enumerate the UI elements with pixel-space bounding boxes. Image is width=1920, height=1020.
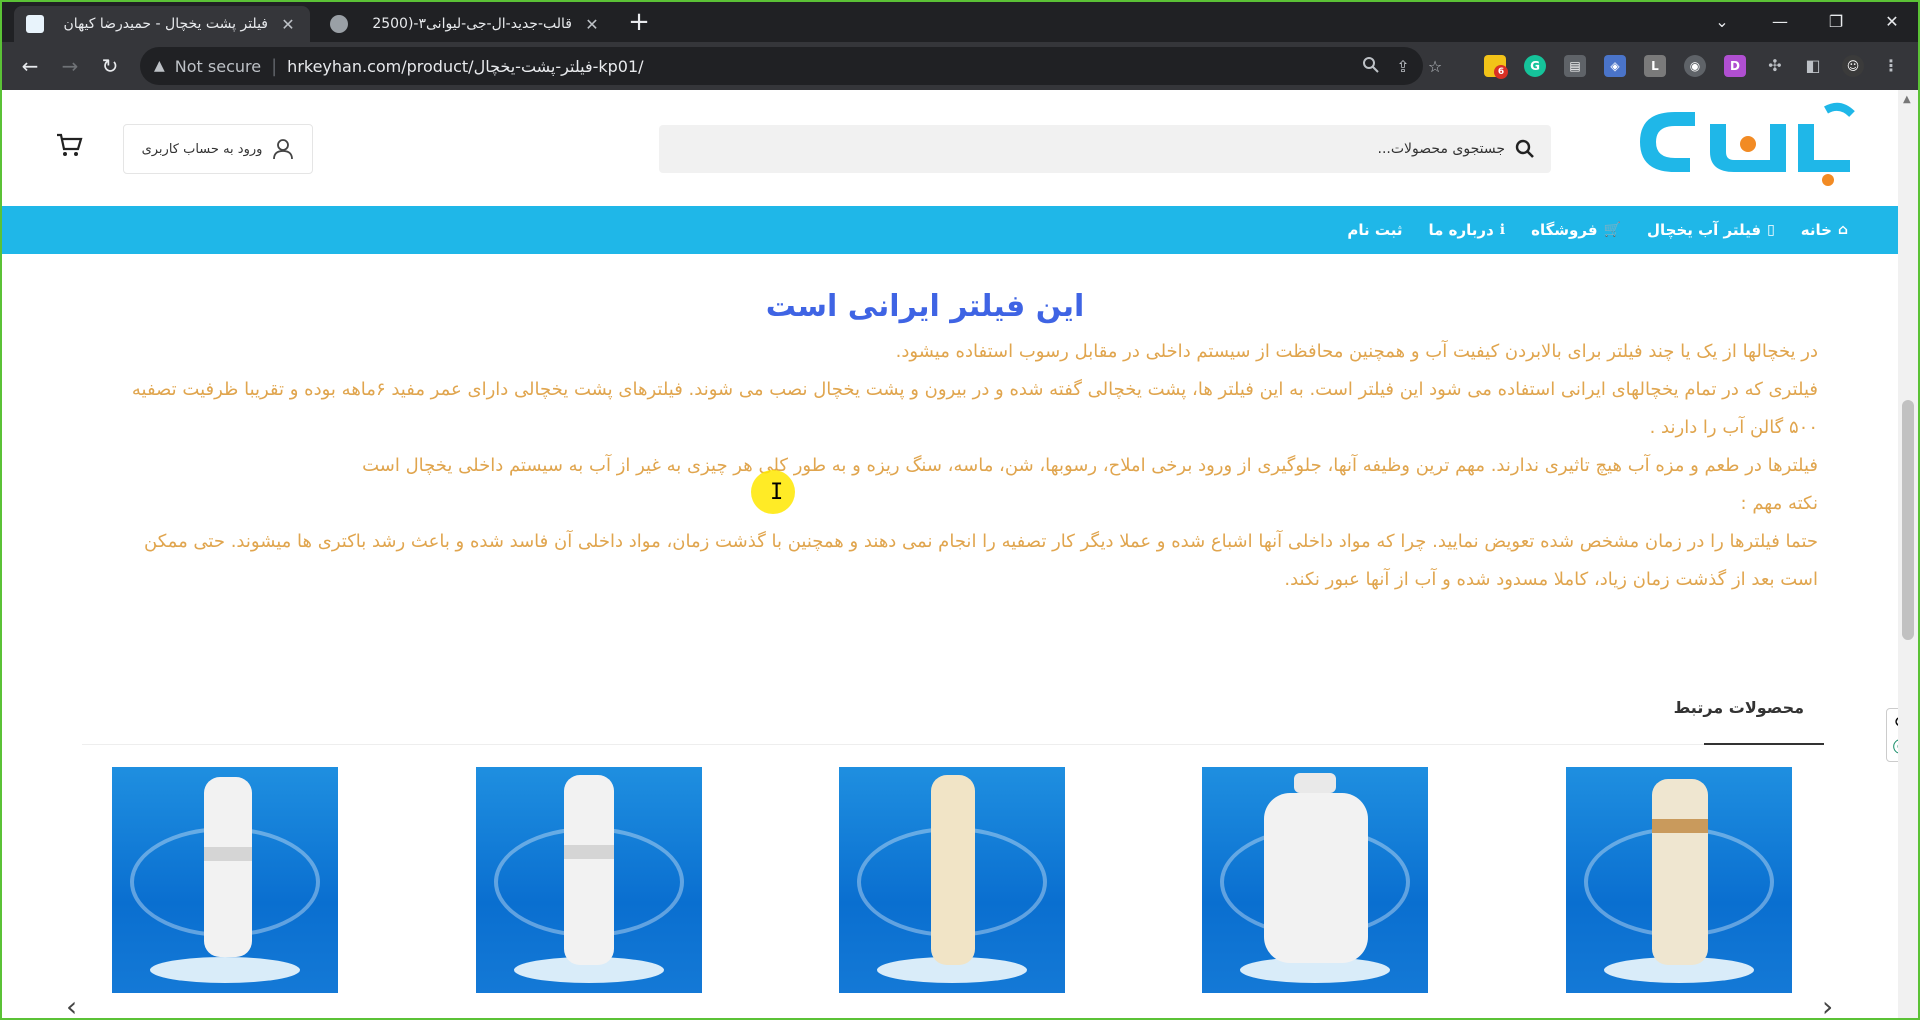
divider — [82, 744, 1824, 745]
warning-icon[interactable]: ▲ — [154, 58, 165, 74]
security-label[interactable]: Not secure — [175, 57, 261, 76]
tab-title: فیلتر پشت یخچال - حمیدرضا کیهان — [63, 16, 268, 32]
extension-shield-icon[interactable]: ◈ — [1604, 55, 1626, 77]
filter-cartridge — [564, 775, 614, 965]
filter-cartridge — [204, 777, 252, 957]
tab-inactive[interactable]: قالب-جدید-ال-جی-لیوانی۳-(2500 ✕ — [318, 6, 614, 42]
reload-button[interactable]: ↻ — [96, 52, 124, 80]
nav-item-label: فروشگاه — [1531, 221, 1598, 239]
back-button[interactable]: ← — [16, 52, 44, 80]
url-text[interactable]: hrkeyhan.com/product/فیلتر-پشت-یخچال-kp0… — [287, 57, 643, 76]
nav-item-fridge-filter[interactable]: ▯ فیلتر آب یخچال — [1647, 221, 1775, 239]
extension-badge: 6 — [1494, 65, 1508, 79]
extension-github-icon[interactable]: ◉ — [1684, 55, 1706, 77]
side-panel-icon[interactable]: ◧ — [1802, 55, 1824, 77]
address-bar[interactable]: ▲ Not secure | hrkeyhan.com/product/فیلت… — [140, 47, 1442, 85]
extension-lightbulb-icon[interactable]: 6 — [1484, 55, 1508, 79]
nav-item-shop[interactable]: 🛒 فروشگاه — [1531, 221, 1621, 239]
filter-cartridge — [931, 775, 975, 965]
filter-cartridge — [1264, 793, 1368, 963]
home-icon: ⌂ — [1837, 222, 1848, 238]
title-underline — [1704, 743, 1824, 745]
login-label: ورود به حساب کاربری — [141, 141, 263, 157]
related-product-image[interactable] — [112, 767, 338, 993]
filter-cartridge — [1652, 779, 1708, 965]
extension-printer-icon[interactable]: ▤ — [1564, 55, 1586, 77]
globe-icon — [330, 15, 348, 33]
zoom-icon[interactable] — [1360, 56, 1382, 78]
site-logo[interactable] — [1630, 102, 1860, 187]
page-scrollbar[interactable]: ▲ — [1898, 90, 1918, 1018]
main-nav: ⌂ خانه ▯ فیلتر آب یخچال 🛒 فروشگاه ℹ دربا… — [2, 206, 1900, 254]
menu-kebab-icon[interactable]: ⋮ — [1880, 55, 1902, 77]
search-input[interactable] — [1205, 141, 1505, 157]
description-paragraph: فیلتری که در تمام یخچالهای ایرانی استفاد… — [131, 379, 1818, 438]
close-window-button[interactable]: ✕ — [1864, 2, 1918, 42]
close-tab-icon[interactable]: ✕ — [582, 15, 602, 34]
nav-item-label: فیلتر آب یخچال — [1646, 221, 1762, 239]
nav-item-about[interactable]: ℹ درباره ما — [1429, 221, 1506, 239]
carousel-prev-button[interactable]: ‹ — [66, 990, 77, 1018]
shopping-cart-icon[interactable] — [55, 131, 83, 159]
tab-title: قالب-جدید-ال-جی-لیوانی۳-(2500 — [372, 16, 572, 32]
cart-icon: 🛒 — [1603, 222, 1621, 238]
description-heading: این فیلتر ایرانی است — [765, 289, 1085, 324]
description-paragraph: فیلترها در طعم و مزه آب هیچ تاثیری ندارن… — [362, 455, 1818, 476]
profile-avatar[interactable]: ☺ — [1842, 55, 1864, 77]
browser-toolbar: ← → ↻ ▲ Not secure | hrkeyhan.com/produc… — [2, 42, 1918, 90]
related-product-image[interactable] — [839, 767, 1065, 993]
tab-search-button[interactable]: ⌄ — [1694, 2, 1750, 42]
scrollbar-thumb[interactable] — [1902, 400, 1914, 640]
close-tab-icon[interactable]: ✕ — [278, 15, 298, 34]
product-description: این فیلتر ایرانی است در یخچالها از یک یا… — [102, 254, 1818, 599]
nav-item-label: درباره ما — [1428, 221, 1494, 239]
nav-item-home[interactable]: ⌂ خانه — [1801, 221, 1848, 239]
important-note-label: نکته مهم : — [1740, 493, 1818, 514]
restore-button[interactable]: ❐ — [1808, 2, 1864, 42]
product-search-box[interactable] — [659, 125, 1551, 173]
tab-strip: فیلتر پشت یخچال - حمیدرضا کیهان ✕ قالب-ج… — [2, 2, 1918, 42]
tab-active[interactable]: فیلتر پشت یخچال - حمیدرضا کیهان ✕ — [14, 6, 310, 42]
nav-item-label: ثبت نام — [1347, 221, 1403, 239]
related-product-image[interactable] — [476, 767, 702, 993]
info-icon: ℹ — [1499, 222, 1506, 238]
divider: | — [271, 55, 278, 77]
browser-window: فیلتر پشت یخچال - حمیدرضا کیهان ✕ قالب-ج… — [0, 0, 1920, 1020]
new-tab-button[interactable]: + — [624, 8, 654, 38]
related-products-title: محصولات مرتبط — [1673, 698, 1804, 717]
extension-d-icon[interactable]: D — [1724, 55, 1746, 77]
carousel-next-button[interactable]: › — [1822, 990, 1833, 1018]
bookmark-star-icon[interactable]: ☆ — [1424, 56, 1446, 78]
search-icon[interactable] — [1515, 139, 1535, 159]
minimize-button[interactable]: — — [1752, 2, 1808, 42]
share-icon[interactable]: ⇪ — [1392, 56, 1414, 78]
user-icon — [273, 139, 294, 160]
display-plate — [150, 957, 300, 983]
nav-item-label: خانه — [1800, 221, 1832, 239]
scroll-up-icon[interactable]: ▲ — [1903, 94, 1911, 105]
related-product-image[interactable] — [1566, 767, 1792, 993]
extension-grammarly-icon[interactable]: G — [1524, 55, 1546, 77]
nav-item-register[interactable]: ثبت نام — [1347, 221, 1402, 239]
description-paragraph: در یخچالها از یک یا چند فیلتر برای بالاب… — [895, 341, 1818, 362]
text-cursor-icon: I — [770, 480, 784, 505]
extension-l-icon[interactable]: L — [1644, 55, 1666, 77]
forward-button[interactable]: → — [56, 52, 84, 80]
related-product-image[interactable] — [1202, 767, 1428, 993]
description-paragraph: حتما فیلترها را در زمان مشخص شده تعویض ن… — [144, 531, 1818, 590]
web-page: ورود به حساب کاربری ⌂ خانه ▯ فیلتر آب یخ… — [2, 90, 1900, 1018]
extensions-puzzle-icon[interactable]: ✣ — [1764, 55, 1786, 77]
site-favicon-icon — [26, 15, 44, 33]
login-button[interactable]: ورود به حساب کاربری — [123, 124, 313, 174]
fridge-icon: ▯ — [1767, 222, 1775, 238]
